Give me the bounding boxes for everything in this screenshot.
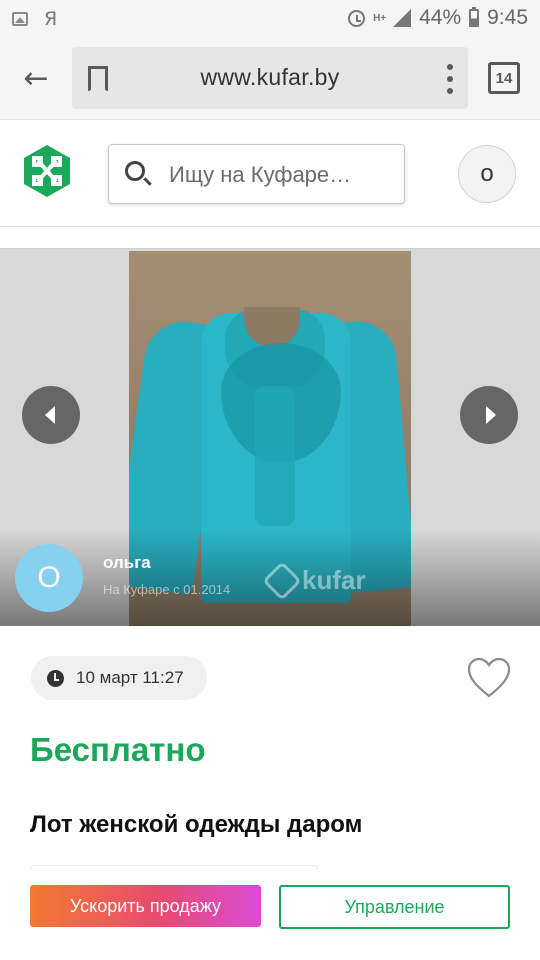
listing-title: Лот женской одежды даром [30, 811, 363, 838]
seller-avatar[interactable]: О [15, 544, 83, 612]
battery-percent: 44% [419, 6, 462, 29]
next-photo-button[interactable] [460, 386, 518, 444]
image-icon [12, 12, 28, 26]
signal-icon [393, 9, 412, 27]
listing-date-badge: 10 март 11:27 [31, 656, 207, 700]
clock-time: 9:45 [487, 6, 528, 29]
battery-icon [469, 7, 480, 27]
chevron-right-icon [485, 406, 496, 424]
bottom-action-bar: Ускорить продажу Управление [0, 870, 540, 960]
search-placeholder: Ищу на Куфаре… [169, 162, 352, 187]
listing-date: 10 март 11:27 [76, 668, 184, 687]
boost-sale-button[interactable]: Ускорить продажу [30, 885, 261, 927]
seller-since: На Куфаре с 01.2014 [103, 582, 231, 597]
chevron-left-icon [44, 406, 55, 424]
kufar-watermark: kufar [262, 560, 366, 601]
tabs-count-button[interactable]: 14 [488, 62, 520, 94]
manage-button[interactable]: Управление [279, 885, 510, 929]
back-arrow-icon[interactable]: ← [20, 61, 52, 96]
browser-toolbar: ← www.kufar.by 14 [0, 38, 540, 120]
kufar-watermark-icon [262, 560, 302, 601]
status-bar: Я H+ 44% 9:45 [0, 0, 540, 38]
yandex-icon: Я [44, 8, 58, 30]
address-bar[interactable]: www.kufar.by [72, 47, 468, 109]
seller-name[interactable]: ольга [103, 553, 151, 573]
site-header: Ищу на Куфаре… о [0, 121, 540, 227]
more-menu-icon[interactable] [446, 64, 454, 94]
clock-icon [47, 669, 64, 687]
url-text[interactable]: www.kufar.by [72, 64, 468, 91]
favorite-heart-icon[interactable] [466, 656, 512, 700]
alarm-icon [348, 9, 366, 27]
user-avatar-button[interactable]: о [458, 145, 516, 203]
listing-price: Бесплатно [30, 731, 206, 768]
photo-gallery[interactable]: kufar О ольга На Куфаре с 01.2014 [0, 248, 540, 626]
search-icon [125, 161, 145, 181]
search-input[interactable]: Ищу на Куфаре… [108, 144, 405, 204]
previous-photo-button[interactable] [22, 386, 80, 444]
kufar-logo-icon[interactable] [22, 144, 72, 198]
network-type-label: H+ [373, 12, 387, 24]
